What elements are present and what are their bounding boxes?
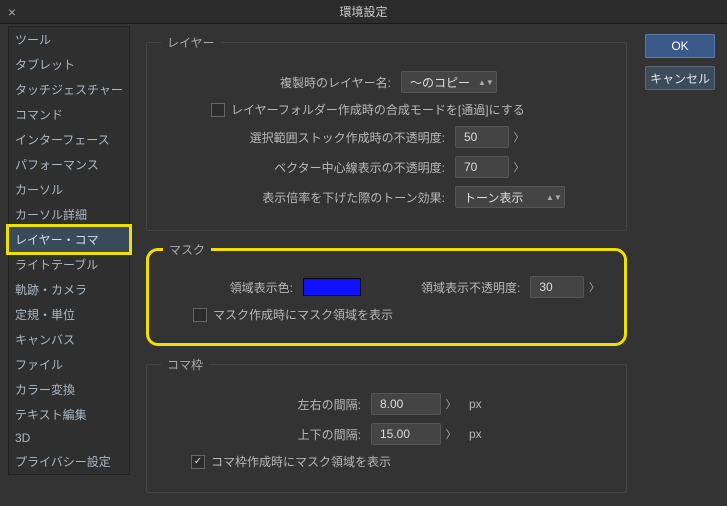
dup-name-stepper[interactable]: 〜のコピー ▲▼	[401, 71, 497, 93]
sidebar-item-tablet[interactable]: タブレット	[9, 52, 129, 77]
hgap-unit: px	[469, 397, 482, 411]
vgap-input[interactable]: 15.00	[371, 423, 441, 445]
mask-show-label: マスク作成時にマスク領域を表示	[213, 306, 393, 323]
dup-name-value: 〜のコピー	[410, 74, 470, 91]
sidebar-item-cursor[interactable]: カーソル	[9, 177, 129, 202]
sidebar-item-tool[interactable]: ツール	[9, 27, 129, 52]
stepper-spin-icon: ▲▼	[478, 80, 488, 85]
sel-opacity-slider-icon[interactable]: 〉	[509, 126, 529, 148]
tone-select[interactable]: トーン表示 ▲▼	[455, 186, 565, 208]
sidebar-item-touch[interactable]: タッチジェスチャー	[9, 77, 129, 102]
frame-section: コマ枠 左右の間隔: 8.00 〉 px 上下の間隔: 15.00 〉 px コ…	[146, 356, 627, 493]
mask-opacity-label: 領域表示不透明度:	[421, 279, 520, 296]
sidebar-item-command[interactable]: コマンド	[9, 102, 129, 127]
sidebar-item-interface[interactable]: インターフェース	[9, 127, 129, 152]
sidebar-item-privacy[interactable]: プライバシー設定	[9, 449, 129, 474]
folder-blend-label: レイヤーフォルダー作成時の合成モードを[通過]にする	[231, 101, 525, 118]
sidebar-item-color-convert[interactable]: カラー変換	[9, 377, 129, 402]
mask-color-label: 領域表示色:	[163, 279, 293, 296]
mask-opacity-slider-icon[interactable]: 〉	[584, 276, 604, 298]
mask-legend: マスク	[163, 241, 211, 258]
hgap-input[interactable]: 8.00	[371, 393, 441, 415]
sidebar-item-layer-frame[interactable]: レイヤー・コマ	[9, 227, 129, 252]
sidebar-item-cursor-detail[interactable]: カーソル詳細	[9, 202, 129, 227]
sidebar-item-light-table[interactable]: ライトテーブル	[9, 252, 129, 277]
hgap-label: 左右の間隔:	[161, 396, 361, 413]
sidebar-item-file[interactable]: ファイル	[9, 352, 129, 377]
mask-opacity-input[interactable]: 30	[530, 276, 584, 298]
sidebar-item-ruler-unit[interactable]: 定規・単位	[9, 302, 129, 327]
layer-section: レイヤー 複製時のレイヤー名: 〜のコピー ▲▼ レイヤーフォルダー作成時の合成…	[146, 34, 627, 231]
vec-opacity-slider-icon[interactable]: 〉	[509, 156, 529, 178]
sel-opacity-label: 選択範囲ストック作成時の不透明度:	[161, 129, 445, 146]
sidebar-item-performance[interactable]: パフォーマンス	[9, 152, 129, 177]
vec-opacity-input[interactable]: 70	[455, 156, 509, 178]
tone-label: 表示倍率を下げた際のトーン効果:	[161, 189, 445, 206]
select-spin-icon: ▲▼	[546, 195, 556, 200]
layer-legend: レイヤー	[161, 34, 221, 51]
vgap-unit: px	[469, 427, 482, 441]
sel-opacity-input[interactable]: 50	[455, 126, 509, 148]
vec-opacity-label: ベクター中心線表示の不透明度:	[161, 159, 445, 176]
frame-mask-label: コマ枠作成時にマスク領域を表示	[211, 453, 391, 470]
sidebar-item-3d[interactable]: 3D	[9, 427, 129, 449]
dup-label: 複製時のレイヤー名:	[161, 74, 391, 91]
mask-section: マスク 領域表示色: 領域表示不透明度: 30 〉 マスク作成時にマスク領域を表…	[146, 241, 627, 346]
sidebar-item-track-camera[interactable]: 軌跡・カメラ	[9, 277, 129, 302]
frame-mask-checkbox[interactable]	[191, 455, 205, 469]
ok-button[interactable]: OK	[645, 34, 715, 58]
close-button[interactable]: ×	[0, 0, 24, 24]
window-title: 環境設定	[24, 3, 703, 20]
frame-legend: コマ枠	[161, 356, 209, 373]
cancel-button[interactable]: キャンセル	[645, 66, 715, 90]
tone-value: トーン表示	[464, 189, 523, 206]
vgap-slider-icon[interactable]: 〉	[441, 423, 461, 445]
mask-show-checkbox[interactable]	[193, 308, 207, 322]
vgap-label: 上下の間隔:	[161, 426, 361, 443]
sidebar-item-text-edit[interactable]: テキスト編集	[9, 402, 129, 427]
sidebar-item-canvas[interactable]: キャンバス	[9, 327, 129, 352]
sidebar: ツール タブレット タッチジェスチャー コマンド インターフェース パフォーマン…	[0, 24, 138, 506]
mask-color-swatch[interactable]	[303, 278, 361, 296]
hgap-slider-icon[interactable]: 〉	[441, 393, 461, 415]
folder-blend-checkbox[interactable]	[211, 103, 225, 117]
